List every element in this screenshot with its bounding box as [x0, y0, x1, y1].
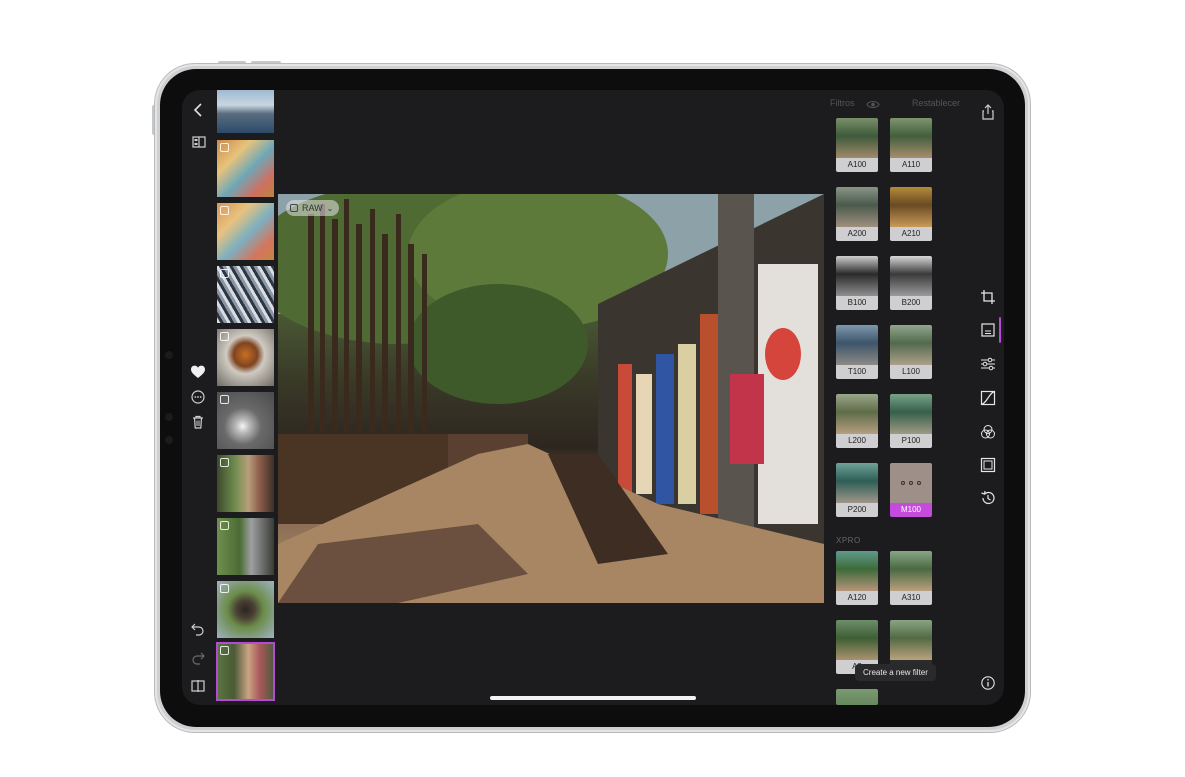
filter-label: P200 — [836, 503, 878, 517]
trash-icon[interactable] — [188, 412, 208, 432]
compare-icon[interactable] — [189, 132, 209, 152]
filter-tile[interactable] — [836, 689, 878, 705]
filter-label: A110 — [890, 158, 932, 172]
home-indicator[interactable] — [490, 696, 696, 700]
eye-icon[interactable] — [866, 97, 880, 108]
raw-label: RAW — [302, 203, 323, 213]
filter-tile[interactable]: A100 — [836, 118, 878, 172]
film-thumb[interactable] — [217, 266, 274, 323]
filter-tile[interactable]: A210 — [890, 187, 932, 241]
sensor-dot-2 — [165, 436, 173, 444]
filter-tile[interactable]: L100 — [890, 325, 932, 379]
active-tool-indicator — [999, 317, 1001, 343]
filter-tile[interactable]: P100 — [890, 394, 932, 448]
raw-badge-icon — [220, 521, 229, 530]
create-filter-tooltip[interactable]: Create a new filter — [855, 664, 936, 681]
heart-icon[interactable] — [188, 362, 208, 382]
film-thumb[interactable] — [217, 518, 274, 575]
raw-badge-icon — [220, 458, 229, 467]
film-thumb[interactable] — [217, 203, 274, 260]
chevron-down-icon: ⌄ — [326, 203, 334, 213]
split-view-icon[interactable] — [188, 676, 208, 696]
more-icon[interactable] — [188, 387, 208, 407]
adjust-icon[interactable] — [979, 355, 997, 373]
filter-tile[interactable]: P200 — [836, 463, 878, 517]
film-thumb[interactable] — [217, 455, 274, 512]
raw-format-badge[interactable]: RAW ⌄ — [286, 200, 340, 216]
filter-tile[interactable]: A310 — [890, 551, 932, 605]
dot-icon — [909, 481, 913, 485]
filter-label: A100 — [836, 158, 878, 172]
raw-badge-icon — [220, 395, 229, 404]
film-thumb[interactable] — [217, 329, 274, 386]
crop-icon[interactable] — [979, 288, 997, 306]
film-thumb[interactable] — [217, 392, 274, 449]
filters-title: Filtros — [830, 98, 855, 108]
raw-badge-icon — [220, 206, 229, 215]
raw-badge-icon — [220, 332, 229, 341]
filter-label: T100 — [836, 365, 878, 379]
raw-badge-icon — [220, 143, 229, 152]
filter-tile[interactable]: L200 — [836, 394, 878, 448]
filter-label: A200 — [836, 227, 878, 241]
frame-icon[interactable] — [979, 456, 997, 474]
filter-label: L100 — [890, 365, 932, 379]
filter-tile[interactable]: T100 — [836, 325, 878, 379]
raw-icon — [290, 204, 298, 212]
filter-label: P100 — [890, 434, 932, 448]
photo-illustration — [278, 194, 824, 603]
filter-tile[interactable]: A200 — [836, 187, 878, 241]
filter-tile-active[interactable]: M100 — [890, 463, 932, 517]
filter-label: B100 — [836, 296, 878, 310]
history-icon[interactable] — [979, 489, 997, 507]
filters-panel: Filtros Restablecer A100 A110 A200 A210 … — [824, 90, 974, 705]
curves-icon[interactable] — [979, 389, 997, 407]
filter-label: M100 — [890, 503, 932, 517]
color-mix-icon[interactable] — [979, 423, 997, 441]
undo-icon[interactable] — [188, 619, 208, 639]
camera-dot — [165, 351, 173, 359]
filter-tile[interactable]: A120 — [836, 551, 878, 605]
film-thumb[interactable] — [217, 90, 274, 133]
film-thumb[interactable] — [217, 140, 274, 197]
photo-canvas[interactable] — [278, 194, 824, 603]
raw-badge-icon — [220, 584, 229, 593]
filter-label: B200 — [890, 296, 932, 310]
raw-badge-icon — [220, 646, 229, 655]
info-icon[interactable] — [979, 674, 997, 692]
filter-tile[interactable]: B100 — [836, 256, 878, 310]
film-thumb-selected[interactable] — [216, 642, 275, 701]
filter-label: A120 — [836, 591, 878, 605]
filters-icon[interactable] — [979, 321, 997, 339]
share-icon[interactable] — [979, 103, 997, 121]
reset-button[interactable]: Restablecer — [912, 98, 960, 108]
dot-icon — [901, 481, 905, 485]
filter-label: A210 — [890, 227, 932, 241]
film-thumb[interactable] — [217, 581, 274, 638]
sensor-dot — [165, 413, 173, 421]
dot-icon — [917, 481, 921, 485]
filter-label: L200 — [836, 434, 878, 448]
filter-tile[interactable]: B200 — [890, 256, 932, 310]
raw-badge-icon — [220, 269, 229, 278]
filter-label: A310 — [890, 591, 932, 605]
back-chevron-icon[interactable] — [189, 100, 209, 120]
app-screen: RAW ⌄ Filtros Restablecer A100 A110 A200… — [182, 90, 1004, 705]
filter-tile[interactable]: A110 — [890, 118, 932, 172]
redo-icon[interactable] — [188, 648, 208, 668]
xpro-section-label: XPRO — [836, 536, 861, 545]
